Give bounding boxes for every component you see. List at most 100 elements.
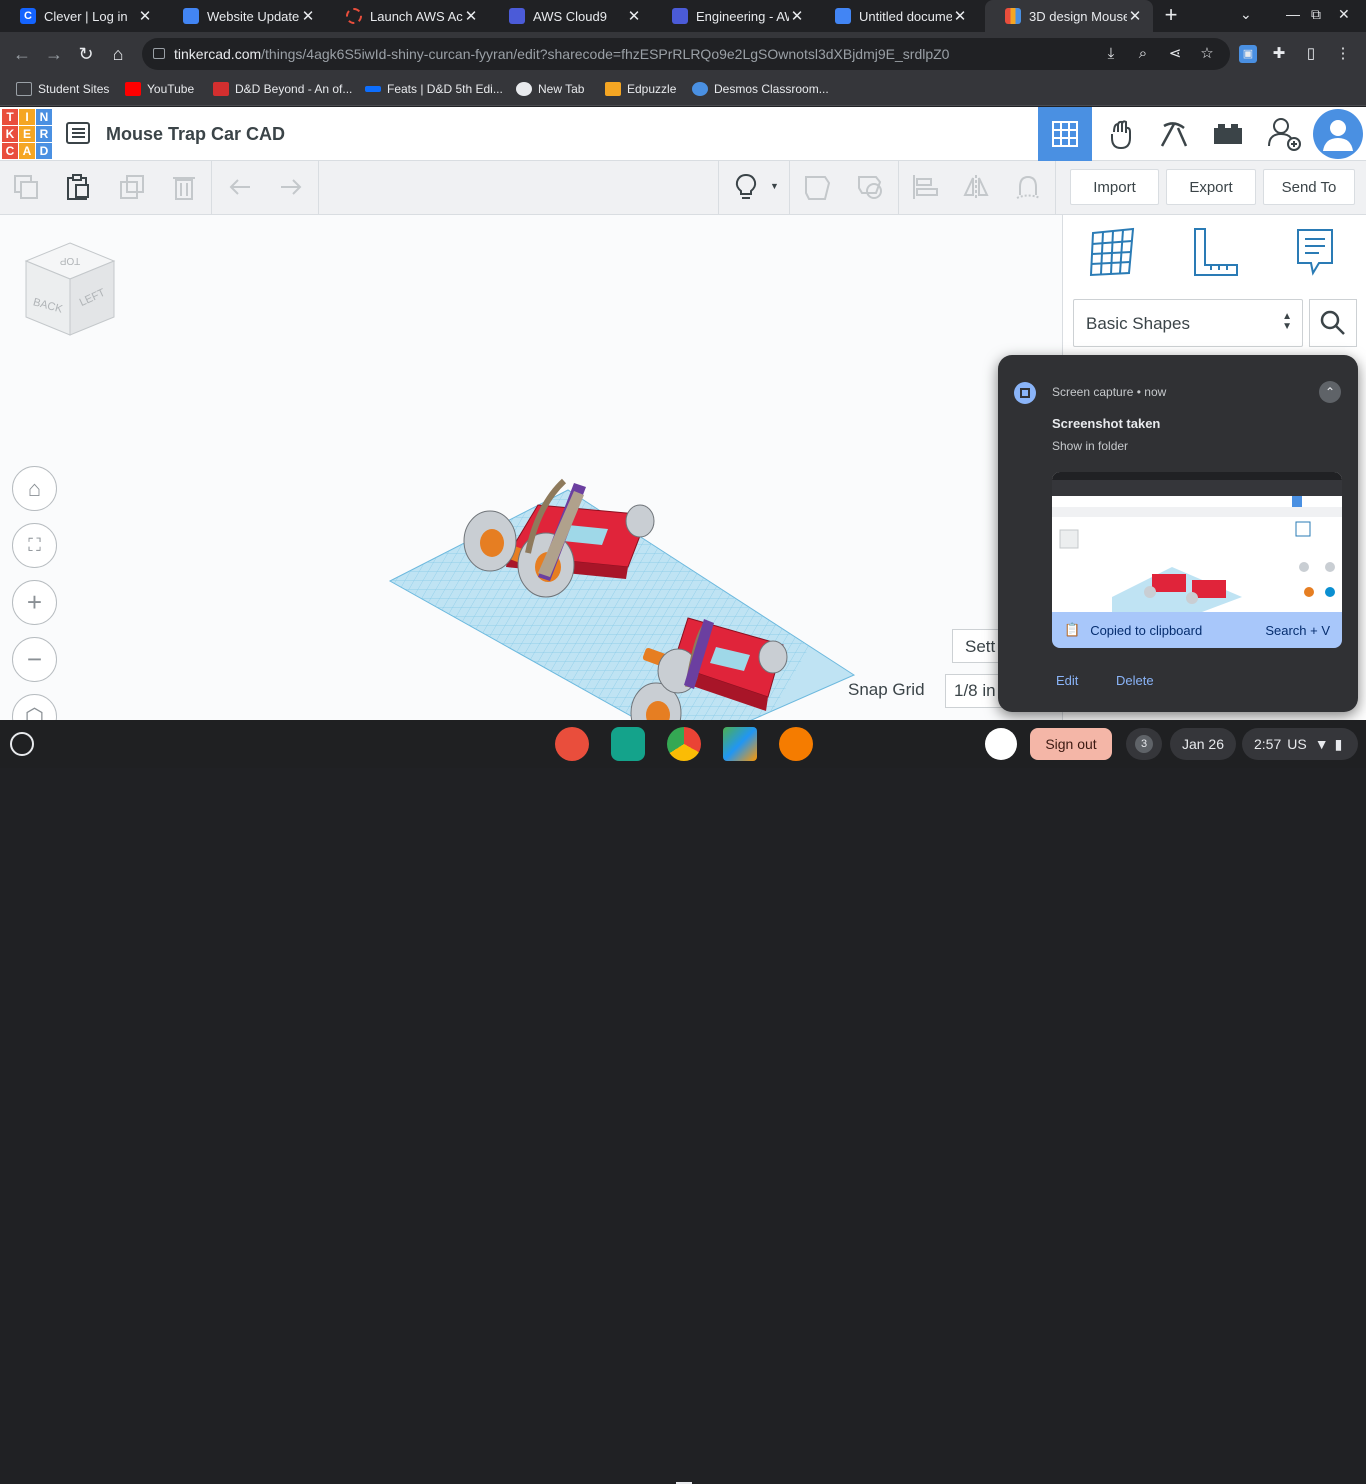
close-icon[interactable]: ✕	[626, 7, 642, 25]
import-button[interactable]: Import	[1070, 169, 1159, 205]
bookmark-desmos[interactable]: Desmos Classroom...	[692, 82, 829, 96]
lightbulb-icon[interactable]	[731, 173, 761, 201]
screenshot-notification[interactable]: Screen capture • now ⌃ Screenshot taken …	[998, 355, 1358, 712]
perspective-button[interactable]: ⬡	[12, 694, 57, 720]
address-bar[interactable]: tinkercad.com/things/4agk6S5iwId-shiny-c…	[142, 38, 1230, 70]
delete-icon[interactable]	[170, 173, 198, 201]
bookmark-student-sites[interactable]: Student Sites	[16, 82, 109, 96]
work-plane[interactable]	[388, 355, 858, 720]
design-list-icon[interactable]	[66, 122, 90, 144]
zoom-in-button[interactable]: +	[12, 580, 57, 625]
duplicate-icon[interactable]	[118, 173, 146, 201]
date-tray[interactable]: Jan 26	[1170, 728, 1236, 760]
tinkercad-logo[interactable]: T I N K E R C A D	[2, 109, 52, 159]
home-icon[interactable]: ⌂	[107, 43, 129, 65]
bookmark-dnd-beyond[interactable]: D&D Beyond - An of...	[213, 82, 352, 96]
bookmark-youtube[interactable]: YouTube	[125, 82, 194, 96]
puzzle-icon[interactable]: ✚	[1270, 45, 1288, 63]
ungroup-icon[interactable]	[856, 173, 884, 201]
export-button[interactable]: Export	[1166, 169, 1256, 205]
zoom-out-button[interactable]: −	[12, 637, 57, 682]
chevron-down-icon[interactable]: ▼	[770, 181, 779, 191]
blocks-view-icon[interactable]	[1094, 107, 1148, 161]
3d-app-icon[interactable]	[723, 727, 757, 761]
extension-icon[interactable]: ▣	[1239, 45, 1257, 63]
restore-icon[interactable]: ⧉	[1311, 6, 1321, 23]
forward-icon[interactable]: →	[43, 43, 65, 65]
bookmark-star-icon[interactable]: ☆	[1198, 45, 1216, 63]
tab-website-update[interactable]: Website Update - ✕	[163, 0, 326, 32]
minimize-icon[interactable]: —	[1286, 6, 1300, 22]
close-icon[interactable]: ✕	[952, 7, 968, 25]
bookmark-edpuzzle[interactable]: Edpuzzle	[605, 82, 676, 96]
copy-icon[interactable]	[12, 173, 40, 201]
add-user-icon[interactable]	[1257, 107, 1311, 161]
close-icon[interactable]: ✕	[1127, 7, 1143, 25]
edit-button[interactable]: Edit	[1056, 673, 1078, 688]
show-in-folder-link[interactable]: Show in folder	[1052, 439, 1128, 453]
undo-icon[interactable]	[226, 173, 254, 201]
mirror-icon[interactable]	[962, 173, 990, 201]
tab-launch-aws[interactable]: Launch AWS Aca ✕	[326, 0, 489, 32]
cruise-icon[interactable]	[1014, 173, 1042, 201]
notification-count[interactable]: 3	[1126, 728, 1162, 760]
install-icon[interactable]: ⤓	[1102, 45, 1120, 63]
status-tray[interactable]: 2:57 US ▼ ▮	[1242, 728, 1358, 760]
tab-clever[interactable]: C Clever | Log in ✕	[0, 0, 163, 32]
launcher-icon[interactable]	[10, 732, 34, 756]
shapes-category-label: Basic Shapes	[1086, 314, 1190, 333]
bookmark-new-tab[interactable]: New Tab	[516, 82, 584, 96]
back-icon[interactable]: ←	[11, 43, 33, 65]
tab-aws-cloud9[interactable]: AWS Cloud9 ✕	[489, 0, 652, 32]
bookmark-feats[interactable]: Feats | D&D 5th Edi...	[365, 82, 503, 96]
close-window-icon[interactable]: ✕	[1338, 6, 1350, 23]
shape-search-button[interactable]	[1309, 299, 1357, 347]
zoom-icon[interactable]: ⌕	[1134, 45, 1152, 63]
side-panel-icon[interactable]: ▯	[1302, 45, 1320, 63]
collapse-icon[interactable]: ⌃	[1319, 381, 1341, 403]
bookmark-label: Desmos Classroom...	[714, 82, 829, 96]
tab-3d-design[interactable]: 3D design Mouse ✕	[985, 0, 1153, 32]
chrome-app-icon[interactable]	[667, 727, 701, 761]
tab-untitled-document[interactable]: Untitled documer ✕	[815, 0, 978, 32]
close-icon[interactable]: ✕	[789, 7, 805, 25]
view-cube[interactable]: TOP BACK LEFT	[22, 239, 118, 339]
close-icon[interactable]: ✕	[300, 7, 316, 25]
canvas-app-icon[interactable]	[555, 727, 589, 761]
site-info-icon[interactable]	[153, 48, 165, 59]
workplane-canvas[interactable]: TOP BACK LEFT ⌂ ⛶ + − ⬡ Sett Snap Grid 1…	[0, 215, 1062, 720]
redo-icon[interactable]	[277, 173, 305, 201]
tab-search-icon[interactable]: ⌄	[1240, 6, 1252, 23]
more-icon[interactable]: ⋮	[1334, 45, 1352, 63]
bricks-view-icon[interactable]	[1201, 107, 1255, 161]
tab-engineering[interactable]: Engineering - AW ✕	[652, 0, 815, 32]
close-icon[interactable]: ✕	[463, 7, 479, 25]
close-icon[interactable]: ✕	[137, 7, 153, 25]
shapes-category-select[interactable]: Basic Shapes ▲ ▼	[1073, 299, 1303, 347]
fit-view-button[interactable]: ⛶	[12, 523, 57, 568]
tab-title: AWS Cloud9	[533, 8, 607, 24]
url-text[interactable]: tinkercad.com/things/4agk6S5iwId-shiny-c…	[174, 46, 949, 62]
sign-out-button[interactable]: Sign out	[1030, 728, 1112, 760]
screenshot-tray-icon[interactable]	[985, 728, 1017, 760]
send-to-button[interactable]: Send To	[1263, 169, 1355, 205]
reload-icon[interactable]: ↻	[75, 43, 97, 65]
notes-icon[interactable]	[1295, 227, 1335, 279]
paste-icon[interactable]	[64, 173, 92, 201]
3d-design-view-icon[interactable]	[1038, 107, 1092, 161]
ruler-icon[interactable]	[1191, 227, 1241, 279]
pencil-app-icon[interactable]	[779, 727, 813, 761]
delete-button[interactable]: Delete	[1116, 673, 1154, 688]
workplane-icon[interactable]	[1089, 227, 1137, 279]
home-view-button[interactable]: ⌂	[12, 466, 57, 511]
project-title[interactable]: Mouse Trap Car CAD	[106, 124, 285, 145]
classroom-app-icon[interactable]	[611, 727, 645, 761]
user-avatar[interactable]	[1312, 107, 1364, 161]
minecraft-view-icon[interactable]	[1147, 107, 1201, 161]
align-icon[interactable]	[911, 173, 939, 201]
copied-to-clipboard-bar[interactable]: 📋 Copied to clipboard Search + V	[1052, 612, 1342, 648]
share-icon[interactable]: ⋖	[1166, 45, 1184, 63]
group-icon[interactable]	[803, 173, 831, 201]
new-tab-icon[interactable]: +	[1160, 4, 1182, 26]
screenshot-thumbnail[interactable]	[1052, 472, 1342, 612]
